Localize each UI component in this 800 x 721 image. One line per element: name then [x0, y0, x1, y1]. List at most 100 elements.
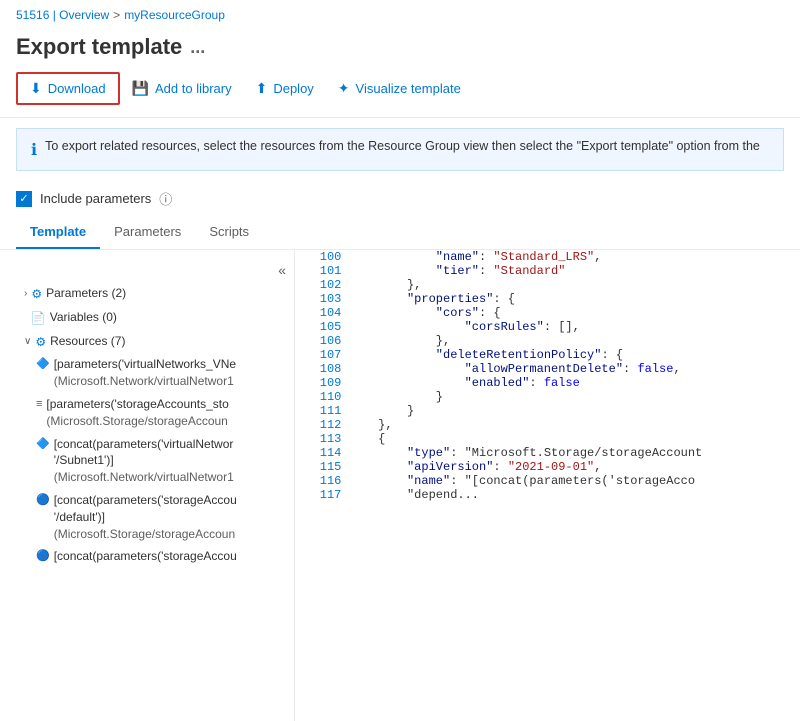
storage3-text: [concat(parameters('storageAccou [54, 548, 286, 565]
collapse-sidebar-button[interactable]: « [278, 262, 286, 278]
breadcrumb-separator: > [113, 8, 120, 22]
line-number: 104 [295, 306, 345, 320]
download-button[interactable]: ⬇ Download [16, 72, 120, 105]
info-text: To export related resources, select the … [45, 139, 760, 153]
include-params-label: Include parameters [40, 191, 151, 206]
download-label: Download [48, 81, 106, 96]
table-row: 116 "name": "[concat(parameters('storage… [295, 474, 800, 488]
add-to-library-button[interactable]: 💾 Add to library [120, 74, 244, 103]
main-area: « › ⚙ Parameters (2) 📄 Variables (0) ∨ ⚙… [0, 250, 800, 721]
sidebar-item-storage2[interactable]: 🔵 [concat(parameters('storageAccou '/def… [0, 489, 294, 545]
table-row: 106 }, [295, 334, 800, 348]
vnet2-text: [concat(parameters('virtualNetwor '/Subn… [54, 436, 286, 486]
storage-icon-2: 🔵 [36, 493, 50, 508]
line-number: 100 [295, 250, 345, 264]
page-menu-button[interactable]: ... [190, 37, 205, 58]
code-content: { [345, 432, 800, 446]
line-number: 116 [295, 474, 345, 488]
breadcrumb: 51516 | Overview > myResourceGroup [0, 0, 800, 30]
sidebar-item-resources[interactable]: ∨ ⚙ Resources (7) [0, 330, 294, 354]
deploy-label: Deploy [273, 81, 313, 96]
table-row: 112 }, [295, 418, 800, 432]
library-icon: 💾 [132, 80, 149, 97]
deploy-icon: ⬆ [256, 80, 268, 97]
code-content: "apiVersion": "2021-09-01", [345, 460, 800, 474]
code-content: "deleteRetentionPolicy": { [345, 348, 800, 362]
code-content: "name": "Standard_LRS", [345, 250, 800, 264]
table-row: 115 "apiVersion": "2021-09-01", [295, 460, 800, 474]
storage1-text: [parameters('storageAccounts_sto (Micros… [46, 396, 286, 430]
breadcrumb-overview[interactable]: 51516 | Overview [16, 8, 109, 22]
network-icon-1: 🔷 [36, 357, 50, 372]
sidebar-item-vnet1[interactable]: 🔷 [parameters('virtualNetworks_VNe (Micr… [0, 353, 294, 393]
sidebar-header: « [0, 258, 294, 282]
deploy-button[interactable]: ⬆ Deploy [244, 74, 326, 103]
code-content: }, [345, 278, 800, 292]
include-params-checkbox[interactable] [16, 191, 32, 207]
table-row: 100 "name": "Standard_LRS", [295, 250, 800, 264]
line-number: 111 [295, 404, 345, 418]
table-row: 105 "corsRules": [], [295, 320, 800, 334]
sidebar-item-parameters[interactable]: › ⚙ Parameters (2) [0, 282, 294, 306]
code-content: "corsRules": [], [345, 320, 800, 334]
toolbar: ⬇ Download 💾 Add to library ⬆ Deploy ✦ V… [0, 72, 800, 118]
network-icon-2: 🔷 [36, 437, 50, 452]
table-row: 108 "allowPermanentDelete": false, [295, 362, 800, 376]
table-row: 109 "enabled": false [295, 376, 800, 390]
code-content: }, [345, 334, 800, 348]
table-row: 113 { [295, 432, 800, 446]
code-content: } [345, 390, 800, 404]
table-row: 104 "cors": { [295, 306, 800, 320]
line-number: 105 [295, 320, 345, 334]
table-row: 107 "deleteRetentionPolicy": { [295, 348, 800, 362]
table-row: 110 } [295, 390, 800, 404]
table-row: 114 "type": "Microsoft.Storage/storageAc… [295, 446, 800, 460]
line-number: 107 [295, 348, 345, 362]
resources-label: Resources (7) [50, 333, 286, 350]
visualize-icon: ✦ [338, 80, 350, 97]
page-title: Export template [16, 34, 182, 60]
line-number: 108 [295, 362, 345, 376]
line-number: 103 [295, 292, 345, 306]
line-number: 109 [295, 376, 345, 390]
page-title-area: Export template ... [0, 30, 800, 72]
code-content: "tier": "Standard" [345, 264, 800, 278]
download-icon: ⬇ [30, 80, 42, 97]
line-number: 101 [295, 264, 345, 278]
arrow-placeholder [24, 311, 27, 325]
info-circle-icon[interactable]: ⓘ [159, 189, 172, 208]
line-number: 113 [295, 432, 345, 446]
arrow-down-icon: ∨ [24, 335, 31, 349]
storage-icon-1: ≡ [36, 397, 42, 412]
variables-label: Variables (0) [50, 309, 286, 326]
breadcrumb-rg[interactable]: myResourceGroup [124, 8, 225, 22]
arrow-icon: › [24, 287, 27, 301]
line-number: 115 [295, 460, 345, 474]
line-number: 117 [295, 488, 345, 502]
line-number: 106 [295, 334, 345, 348]
sidebar-item-variables[interactable]: 📄 Variables (0) [0, 306, 294, 330]
visualize-button[interactable]: ✦ Visualize template [326, 74, 473, 103]
resources-gear-icon: ⚙ [35, 334, 46, 351]
add-library-label: Add to library [155, 81, 232, 96]
gear-icon: ⚙ [31, 286, 42, 303]
code-table: 100 "name": "Standard_LRS",101 "tier": "… [295, 250, 800, 502]
sidebar: « › ⚙ Parameters (2) 📄 Variables (0) ∨ ⚙… [0, 250, 295, 721]
tab-scripts[interactable]: Scripts [195, 216, 263, 249]
code-content: "allowPermanentDelete": false, [345, 362, 800, 376]
code-editor[interactable]: 100 "name": "Standard_LRS",101 "tier": "… [295, 250, 800, 721]
line-number: 114 [295, 446, 345, 460]
sidebar-item-vnet2[interactable]: 🔷 [concat(parameters('virtualNetwor '/Su… [0, 433, 294, 489]
sidebar-item-storage3[interactable]: 🔵 [concat(parameters('storageAccou [0, 545, 294, 568]
table-row: 117 "depend... [295, 488, 800, 502]
code-content: "cors": { [345, 306, 800, 320]
code-content: "type": "Microsoft.Storage/storageAccoun… [345, 446, 800, 460]
sidebar-item-storage1[interactable]: ≡ [parameters('storageAccounts_sto (Micr… [0, 393, 294, 433]
tab-template[interactable]: Template [16, 216, 100, 249]
line-number: 102 [295, 278, 345, 292]
code-content: "name": "[concat(parameters('storageAcco [345, 474, 800, 488]
tab-parameters[interactable]: Parameters [100, 216, 195, 249]
info-icon: ℹ [31, 140, 37, 160]
tabs-bar: Template Parameters Scripts [0, 216, 800, 250]
table-row: 111 } [295, 404, 800, 418]
